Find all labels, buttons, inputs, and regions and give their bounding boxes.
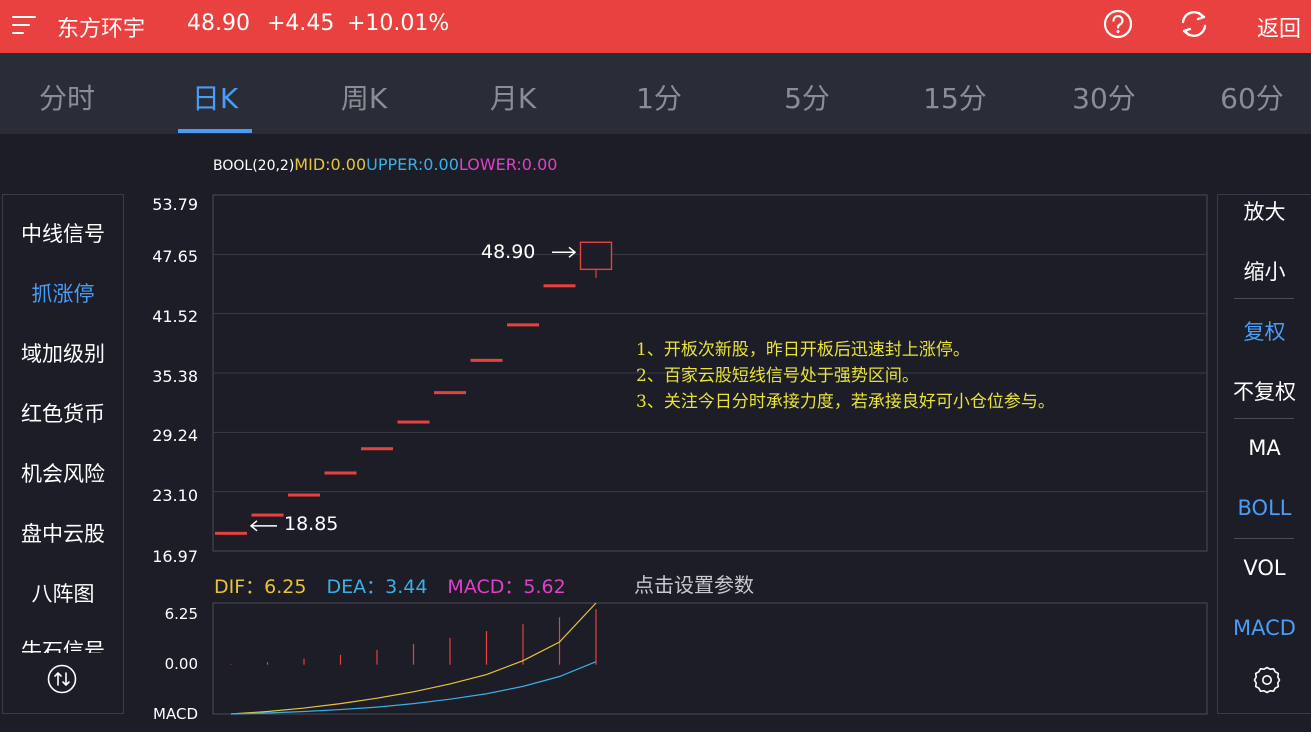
candlestick-series xyxy=(215,241,613,535)
note-line: 3、关注今日分时承接力度，若承接良好可小仓位参与。 xyxy=(636,392,1055,412)
macd-grid xyxy=(212,602,1208,715)
candle-body xyxy=(288,493,320,497)
candle-body xyxy=(397,420,430,424)
candle-body xyxy=(251,513,284,517)
macd-axis-label: 0.00 xyxy=(164,655,198,673)
price-arrows xyxy=(249,246,577,532)
macd-frame xyxy=(212,602,1208,715)
candle-body xyxy=(434,391,466,395)
macd-axis-label: MACD xyxy=(153,705,198,723)
candle-body xyxy=(470,358,503,362)
candle-body xyxy=(579,241,613,271)
candle-body xyxy=(215,531,247,535)
note-line: 2、百家云股短线信号处于强势区间。 xyxy=(636,366,919,386)
low-arrow xyxy=(249,520,277,532)
candle-body xyxy=(361,447,393,451)
high-price-label: 48.90 xyxy=(481,241,536,263)
macd-histogram xyxy=(230,609,597,665)
candle-body xyxy=(324,471,357,475)
set-parameters-link[interactable]: 点击设置参数 xyxy=(634,569,754,598)
candle-body xyxy=(543,284,576,288)
dif-value: DIF：6.25 xyxy=(214,576,307,598)
high-arrow xyxy=(552,246,577,258)
dea-line xyxy=(230,661,597,715)
macd-value: MACD：5.62 xyxy=(447,576,566,598)
macd-axis-label: 6.25 xyxy=(164,605,198,623)
macd-legend: DIF：6.25 DEA：3.44 MACD：5.62 xyxy=(214,572,566,599)
low-price-label: 18.85 xyxy=(284,513,339,535)
dea-value: DEA：3.44 xyxy=(326,576,428,598)
candle-body xyxy=(507,323,539,327)
note-line: 1、开板次新股，昨日开板后迅速封上涨停。 xyxy=(636,340,970,360)
